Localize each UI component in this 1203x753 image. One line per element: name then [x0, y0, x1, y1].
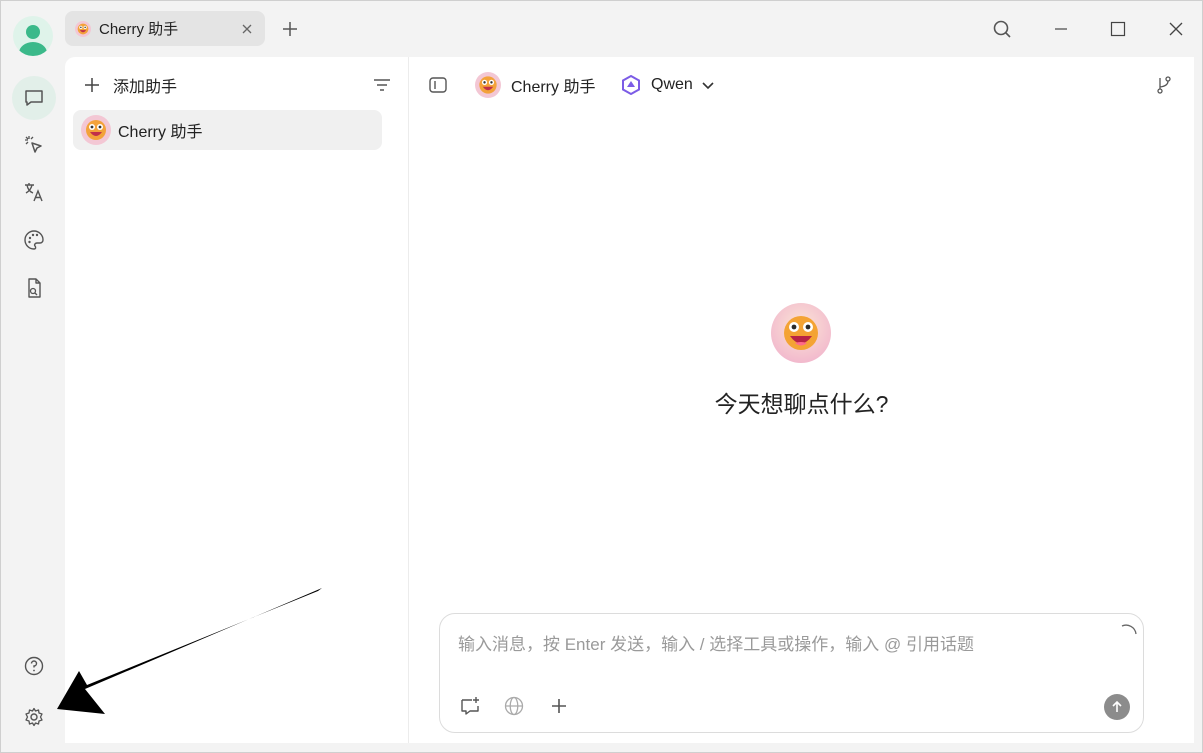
agent-pointer-icon[interactable] [12, 123, 56, 167]
tab-label: Cherry 助手 [99, 21, 179, 38]
model-selector[interactable]: Qwen [621, 71, 715, 99]
chat-header: Cherry 助手 Qwen [409, 57, 1194, 113]
plus-icon [85, 78, 99, 92]
settings-icon[interactable] [12, 695, 56, 739]
avatar-head [26, 25, 40, 39]
tab-cherry-assistant[interactable]: Cherry 助手 [65, 11, 265, 46]
welcome-title: 今天想聊点什么? [714, 391, 889, 417]
add-assistant-button[interactable]: 添加助手 [83, 71, 177, 99]
title-bar: Cherry 助手 [1, 1, 1203, 57]
chevron-down-icon [702, 82, 714, 90]
add-assistant-label: 添加助手 [113, 79, 178, 96]
message-input[interactable] [458, 630, 1098, 660]
cherry-emoji-icon [81, 115, 111, 145]
assistant-label: Cherry 助手 [118, 124, 203, 141]
avatar-body [19, 42, 47, 56]
arrow-up-icon [1112, 700, 1122, 712]
minimize-icon[interactable] [1049, 17, 1073, 41]
welcome-emoji-icon [771, 303, 831, 363]
window-close-icon[interactable] [1164, 17, 1188, 41]
assistants-panel: 添加助手 Cherry 助手 [65, 57, 409, 743]
chat-icon[interactable] [12, 76, 56, 120]
maximize-icon[interactable] [1106, 17, 1130, 41]
web-search-globe-icon[interactable] [502, 694, 526, 718]
toggle-sidebar-icon[interactable] [427, 74, 449, 96]
send-button[interactable] [1104, 694, 1130, 720]
search-icon[interactable] [990, 17, 1014, 41]
chat-area: Cherry 助手 Qwen 今天想聊点什么? 输入消息，按 Enter 发送，… [409, 57, 1194, 743]
plus-icon[interactable] [279, 18, 301, 40]
plus-icon[interactable] [547, 694, 571, 718]
close-icon[interactable] [239, 21, 255, 37]
list-item[interactable]: Cherry 助手 [73, 110, 382, 150]
assistant-selector[interactable]: Cherry 助手 [475, 71, 595, 99]
assistant-name: Cherry 助手 [511, 79, 596, 96]
filter-sort-icon[interactable] [371, 74, 393, 96]
app-window: Cherry 助手 添加助手 Cherry 助手 Cherry 助手 Qwen … [0, 0, 1203, 753]
new-topic-icon[interactable] [458, 694, 482, 718]
qwen-logo-icon [622, 75, 640, 95]
branch-icon[interactable] [1153, 74, 1175, 96]
message-input-box [439, 613, 1144, 733]
palette-icon[interactable] [12, 218, 56, 262]
avatar[interactable] [13, 16, 53, 56]
translate-icon[interactable] [12, 170, 56, 214]
model-name: Qwen [651, 76, 693, 93]
file-search-icon[interactable] [12, 266, 56, 310]
cherry-emoji-icon [75, 20, 91, 37]
cherry-emoji-icon [475, 72, 501, 98]
help-icon[interactable] [12, 644, 56, 688]
loading-spinner-icon [1121, 624, 1137, 635]
